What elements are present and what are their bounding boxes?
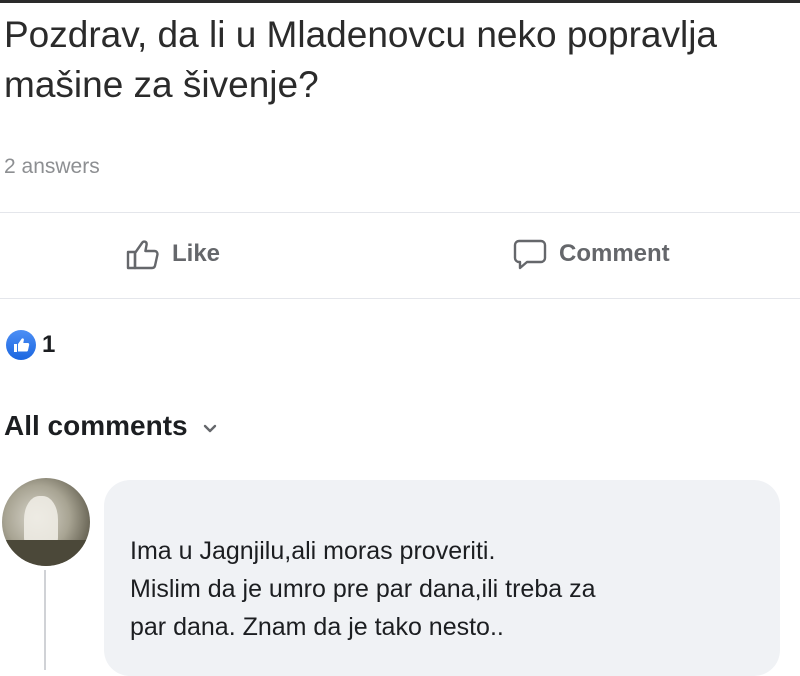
divider-bottom <box>0 298 800 299</box>
like-label: Like <box>172 240 221 267</box>
comment-label: Comment <box>559 240 670 267</box>
thumbs-up-icon <box>126 238 160 270</box>
reaction-count: 1 <box>42 331 56 358</box>
comment-button[interactable]: Comment <box>513 228 670 280</box>
all-comments-filter[interactable]: All comments <box>4 410 218 442</box>
avatar[interactable] <box>2 478 90 566</box>
thread-line <box>44 570 46 670</box>
answers-count[interactable]: 2 answers <box>4 155 100 179</box>
all-comments-label: All comments <box>4 410 188 441</box>
comment-bubble-icon <box>513 238 547 270</box>
post-page: Pozdrav, da li u Mladenovcu neko popravl… <box>0 0 800 676</box>
divider-top <box>0 212 800 213</box>
thumbs-up-badge-icon <box>6 330 36 360</box>
like-button[interactable]: Like <box>126 228 220 280</box>
reaction-summary[interactable]: 1 <box>6 330 55 360</box>
comment-text: Ima u Jagnjilu,ali moras proveriti. Misl… <box>130 537 596 641</box>
post-title: Pozdrav, da li u Mladenovcu neko popravl… <box>4 14 718 105</box>
comment-bubble[interactable]: Ima u Jagnjilu,ali moras proveriti. Misl… <box>104 480 780 676</box>
top-rule <box>0 0 800 3</box>
chevron-down-icon <box>202 410 218 442</box>
